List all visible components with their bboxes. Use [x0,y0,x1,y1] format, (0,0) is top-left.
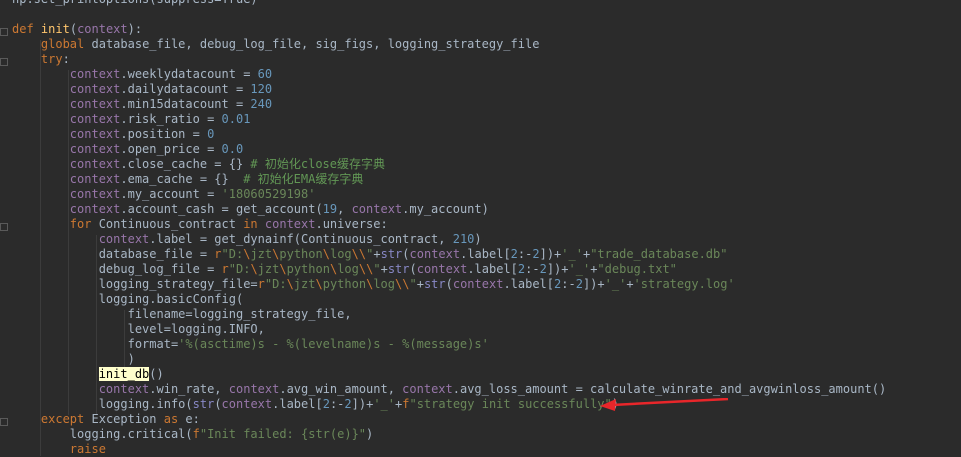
code-line[interactable]: format='%(asctime)s - %(levelname)s - %(… [12,337,489,352]
code-line[interactable]: filename=logging_strategy_file, [12,307,352,322]
red-arrow-icon [600,398,729,411]
code-line[interactable]: np.set_printoptions(suppress=True) [12,0,258,7]
fold-marker-for[interactable] [0,223,8,231]
code-line[interactable]: def init(context): [12,22,142,37]
code-line[interactable]: context.account_cash = get_account(19, c… [12,202,489,217]
code-line[interactable]: context.close_cache = {} # 初始化close缓存字典 [12,157,385,172]
code-line[interactable]: context.min15datacount = 240 [12,97,272,112]
code-line[interactable]: init_db() [12,367,164,382]
fold-marker-except[interactable] [0,418,8,426]
code-line[interactable]: for Continuous_contract in context.unive… [12,217,388,232]
code-line[interactable]: context.label = get_dynainf(Continuous_c… [12,232,482,247]
code-line[interactable]: context.position = 0 [12,127,215,142]
code-line[interactable]: context.dailydatacount = 120 [12,82,272,97]
code-line[interactable]: level=logging.INFO, [12,322,265,337]
code-line[interactable]: context.my_account = '18060529198' [12,187,316,202]
code-line[interactable]: context.ema_cache = {} # 初始化EMA缓存字典 [12,172,364,187]
code-line[interactable]: context.open_price = 0.0 [12,142,243,157]
code-line[interactable]: database_file = r"D:\jzt\python\log\\"+s… [12,247,728,262]
code-line[interactable]: raise [12,442,106,457]
code-line[interactable]: context.win_rate, context.avg_win_amount… [12,382,887,397]
code-line[interactable]: logging_strategy_file=r"D:\jzt\python\lo… [12,277,735,292]
code-line[interactable]: try: [12,52,70,67]
code-line[interactable]: context.weeklydatacount = 60 [12,67,272,82]
code-line[interactable]: except Exception as e: [12,412,200,427]
fold-marker-def[interactable] [0,28,8,36]
code-line[interactable]: context.risk_ratio = 0.01 [12,112,251,127]
code-line[interactable]: logging.info(str(context.label[2:-2])+'_… [12,397,619,412]
code-line[interactable]: logging.critical(f"Init failed: {str(e)}… [12,427,373,442]
code-editor[interactable]: np.set_printoptions(suppress=True)def in… [0,0,961,456]
code-line[interactable]: debug_log_file = r"D:\jzt\python\log\\"+… [12,262,677,277]
code-line[interactable]: global database_file, debug_log_file, si… [12,37,540,52]
fold-marker-try[interactable] [0,58,8,66]
code-line[interactable]: ) [12,352,135,367]
code-line[interactable]: logging.basicConfig( [12,292,244,307]
